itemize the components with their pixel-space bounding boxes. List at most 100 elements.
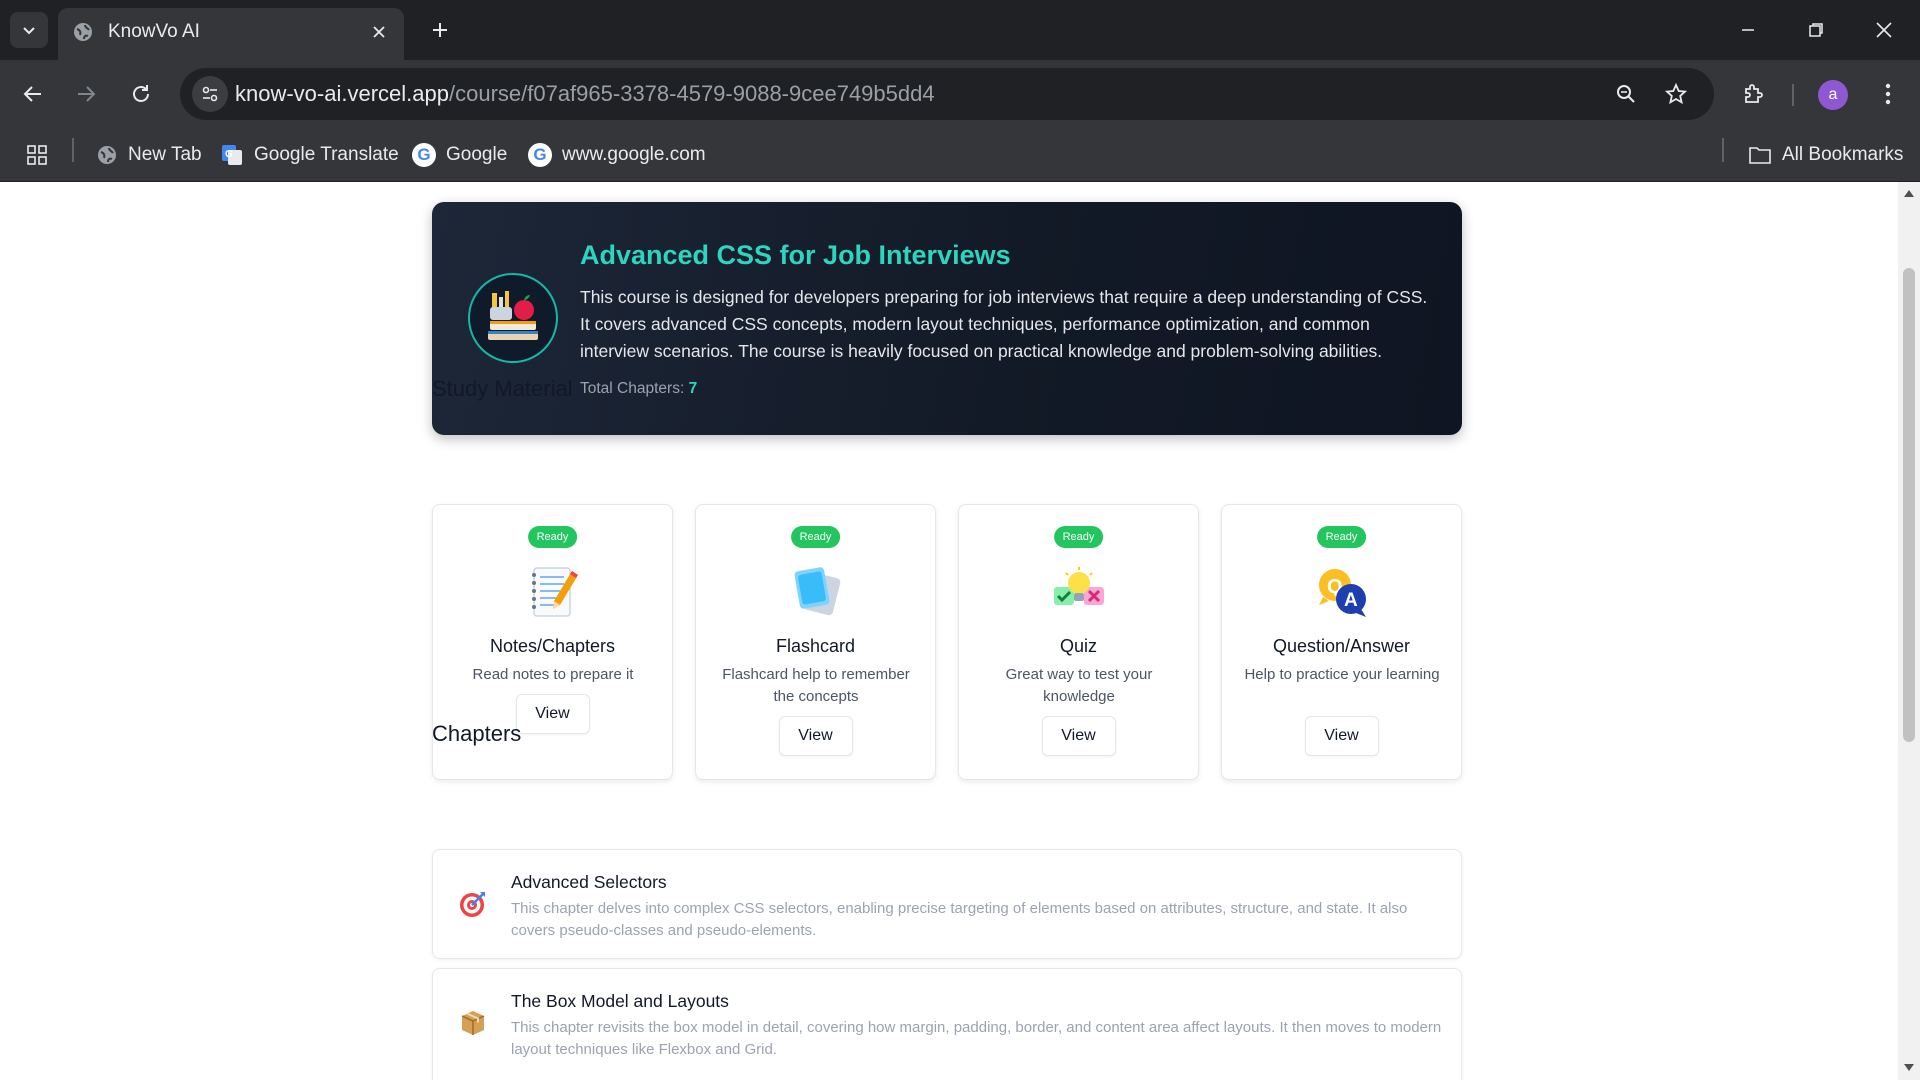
bookmark-www-google[interactable]: G www.google.com — [528, 140, 706, 170]
tab-title: KnowVo AI — [108, 21, 200, 42]
status-badge: Ready — [527, 526, 578, 548]
chapter-item[interactable]: Advanced Selectors This chapter delves i… — [432, 849, 1462, 959]
bookmark-label: Google Translate — [254, 144, 399, 165]
page-scrollbar[interactable] — [1898, 182, 1920, 1080]
url-host: know-vo-ai.vercel.app — [235, 81, 449, 106]
bookmark-label: New Tab — [128, 144, 202, 165]
minimize-button[interactable] — [1726, 10, 1770, 50]
course-description: This course is designed for developers p… — [580, 287, 1428, 361]
site-info-button[interactable] — [192, 76, 228, 112]
card-description: Read notes to prepare it — [472, 666, 634, 683]
back-button[interactable] — [13, 74, 53, 114]
arrow-left-icon — [23, 86, 41, 102]
restore-button[interactable] — [1794, 10, 1838, 50]
browser-toolbar: know-vo-ai.vercel.app/course/f07af965-33… — [0, 60, 1920, 128]
books-apple-icon — [488, 291, 538, 340]
study-card-quiz: Ready Quiz Great way to test your knowle… — [958, 504, 1199, 780]
svg-text:A: A — [1344, 590, 1358, 611]
google-translate-icon: G — [222, 145, 242, 165]
notebook-icon — [531, 567, 578, 617]
view-quiz-button[interactable]: View — [1041, 716, 1116, 756]
bookmark-star-button[interactable] — [1660, 78, 1692, 110]
bookmarks-bar: New Tab G Google Translate G Google G ww… — [0, 128, 1920, 182]
status-badge: Ready — [790, 526, 841, 548]
qa-icon: Q A — [1318, 569, 1366, 617]
quiz-icon — [1053, 567, 1104, 605]
more-vertical-icon — [1885, 83, 1891, 105]
zoom-button[interactable] — [1610, 78, 1642, 110]
study-material-heading: Study Material — [432, 376, 573, 401]
chevron-down-icon — [23, 27, 35, 35]
card-description: Flashcard help to remember the concepts — [722, 666, 910, 705]
bookmark-google[interactable]: G Google — [412, 140, 507, 170]
tab-search-button[interactable] — [10, 12, 48, 48]
course-title: Advanced CSS for Job Interviews — [580, 240, 1011, 270]
google-icon: G — [528, 143, 552, 167]
star-icon — [1665, 83, 1687, 105]
chapter-title: Advanced Selectors — [511, 872, 667, 892]
card-title: Flashcard — [775, 636, 856, 656]
arrow-right-icon — [78, 86, 96, 102]
forward-button[interactable] — [66, 74, 106, 114]
scroll-up-arrow[interactable] — [1904, 190, 1914, 197]
reload-button[interactable] — [121, 74, 161, 114]
study-card-flashcard: Ready Flashcard Flashcard help to rememb… — [695, 504, 936, 780]
view-qa-button[interactable]: View — [1304, 716, 1379, 756]
status-badge: Ready — [1053, 526, 1104, 548]
chapters-heading: Chapters — [432, 721, 522, 746]
card-title: Notes/Chapters — [489, 636, 616, 656]
apps-button[interactable] — [26, 140, 48, 170]
apps-grid-icon — [27, 145, 47, 165]
profile-avatar[interactable]: a — [1818, 80, 1848, 110]
bookmarks-divider — [1722, 138, 1724, 162]
extensions-button[interactable] — [1734, 74, 1774, 114]
chapter-item[interactable]: The Box Model and Layouts This chapter r… — [432, 968, 1462, 1080]
bookmark-label: Google — [446, 144, 508, 165]
all-bookmarks-label: All Bookmarks — [1782, 144, 1904, 165]
toolbar-divider — [1792, 84, 1794, 106]
scroll-down-arrow[interactable] — [1904, 1064, 1914, 1071]
close-window-button[interactable] — [1862, 10, 1906, 50]
plus-icon — [433, 23, 447, 37]
chapter-description: This chapter delves into complex CSS sel… — [511, 900, 1408, 939]
browser-menu-button[interactable] — [1868, 74, 1908, 114]
view-flashcard-button[interactable]: View — [778, 716, 853, 756]
browser-tab-bar: KnowVo AI — [0, 0, 1920, 60]
view-notes-button[interactable]: View — [515, 694, 590, 734]
page-viewport: Advanced CSS for Job Interviews This cou… — [0, 182, 1898, 1080]
scrollbar-thumb[interactable] — [1903, 268, 1915, 742]
total-chapters-label: Total Chapters: — [580, 380, 685, 397]
restore-icon — [1809, 23, 1823, 37]
card-description: Help to practice your learning — [1244, 666, 1440, 683]
tab-close-button[interactable] — [366, 19, 392, 45]
flashcard-icon — [794, 567, 840, 616]
globe-icon — [98, 146, 116, 164]
close-icon — [373, 26, 385, 38]
bookmark-google-translate[interactable]: G Google Translate — [220, 140, 399, 170]
course-header-card: Advanced CSS for Job Interviews This cou… — [432, 202, 1462, 435]
close-icon — [1876, 22, 1892, 38]
url-text[interactable]: know-vo-ai.vercel.app/course/f07af965-33… — [235, 81, 935, 107]
chapter-title: The Box Model and Layouts — [511, 991, 729, 1011]
google-icon: G — [412, 143, 436, 167]
address-bar[interactable]: know-vo-ai.vercel.app/course/f07af965-33… — [180, 68, 1714, 120]
all-bookmarks-button[interactable]: All Bookmarks — [1748, 140, 1903, 170]
puzzle-icon — [1745, 84, 1763, 103]
bookmark-new-tab[interactable]: New Tab — [96, 140, 202, 170]
tune-icon — [202, 86, 218, 102]
card-title: Quiz — [1059, 636, 1097, 656]
active-tab[interactable]: KnowVo AI — [58, 8, 404, 60]
svg-text:G: G — [225, 149, 233, 160]
new-tab-button[interactable] — [424, 14, 456, 46]
zoom-icon — [1617, 85, 1635, 103]
status-badge: Ready — [1316, 526, 1367, 548]
minimize-icon — [1742, 29, 1754, 31]
reload-icon — [133, 85, 149, 102]
card-description: Great way to test your knowledge — [1005, 666, 1153, 705]
globe-icon — [74, 23, 92, 41]
card-title: Question/Answer — [1272, 636, 1411, 656]
package-icon — [455, 1005, 491, 1041]
study-card-qa: Ready Q A Question/Answer Help to practi… — [1221, 504, 1462, 780]
target-icon — [455, 886, 491, 922]
total-chapters-count: 7 — [688, 380, 698, 397]
